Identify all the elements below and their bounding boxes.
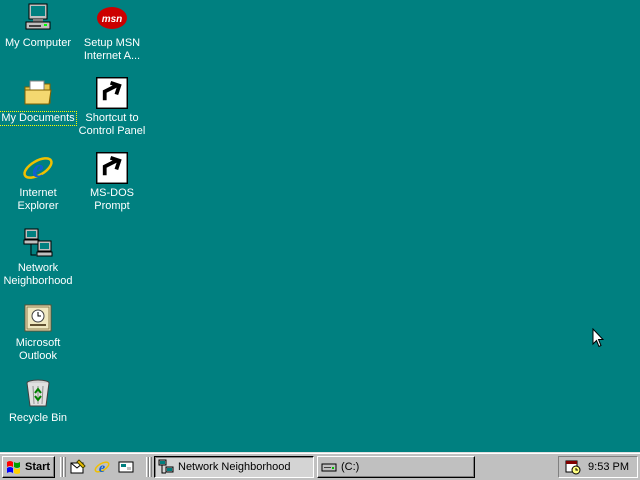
network-icon [22, 227, 54, 259]
drive-icon [321, 463, 337, 472]
shortcut-arrow-icon [96, 152, 128, 184]
desktop-icon-microsoft-outlook[interactable]: Microsoft Outlook [0, 302, 76, 363]
svg-text:e: e [32, 154, 44, 183]
desktop-icon-setup-msn[interactable]: msn Setup MSN Internet A... [74, 2, 150, 63]
outlook-icon [22, 302, 54, 334]
show-desktop-icon [118, 461, 134, 473]
desktop-icon-label: Network [17, 262, 59, 274]
desktop-icon-label: Internet [19, 187, 57, 199]
task-label: Network Neighborhood [178, 461, 291, 473]
desktop-icon-label: Explorer [17, 200, 59, 212]
desktop-icon-msdos-prompt[interactable]: MS S MS-DOS Prompt [74, 152, 150, 213]
desktop-icon-network-neighborhood[interactable]: Network Neighborhood [0, 227, 76, 288]
clock[interactable]: 9:53 PM [588, 461, 629, 473]
desktop-icon-my-computer[interactable]: My Computer [0, 2, 76, 50]
toolbar-grip[interactable] [63, 457, 66, 477]
desktop-icon-label: Outlook [19, 350, 57, 362]
network-icon [158, 459, 174, 474]
toolbar-grip[interactable] [149, 457, 152, 477]
desktop-icon-label: My Computer [4, 37, 72, 49]
desktop-icon-label: Microsoft [15, 337, 61, 349]
desktop-icon-label: Shortcut to [85, 112, 139, 124]
desktop[interactable]: My Computer msn Setup MSN Internet A... … [0, 0, 640, 452]
recycle-bin-icon [22, 377, 54, 409]
msn-icon: msn [96, 2, 128, 34]
desktop-icon-label: Neighborhood [3, 275, 73, 287]
desktop-icon-label: MS-DOS [90, 187, 134, 199]
desktop-icon-label: Internet A... [83, 50, 141, 62]
start-label: Start [25, 461, 51, 473]
taskbar: Start e Network Neighborhood (C:) 9:53 P… [0, 452, 640, 480]
desktop-icon-label: Prompt [94, 200, 130, 212]
svg-text:e: e [99, 461, 105, 475]
computer-icon [22, 2, 54, 34]
desktop-icon-recycle-bin[interactable]: Recycle Bin [0, 377, 76, 425]
quick-launch-show-desktop[interactable] [118, 459, 136, 475]
svg-text:msn: msn [102, 14, 123, 25]
quick-launch-outlook-express[interactable] [70, 459, 88, 475]
desktop-icon-label: My Documents [0, 111, 77, 126]
desktop-icon-label: Setup MSN [83, 37, 141, 49]
ie-icon: e [94, 461, 110, 476]
control-panel-icon [96, 77, 128, 109]
system-tray: 9:53 PM [558, 456, 638, 478]
windows-logo-icon [7, 461, 20, 474]
mouse-cursor-icon [592, 328, 604, 348]
taskbar-button-network-neighborhood[interactable]: Network Neighborhood [154, 456, 314, 478]
task-label: (C:) [341, 461, 360, 473]
scheduler-icon[interactable] [565, 459, 581, 475]
quick-launch-internet-explorer[interactable]: e [94, 459, 112, 476]
start-button[interactable]: Start [2, 456, 55, 478]
ie-icon: e [22, 152, 54, 184]
desktop-icon-my-documents[interactable]: My Documents [0, 77, 77, 126]
desktop-icon-label: Recycle Bin [8, 412, 68, 424]
taskbar-button-drive-c[interactable]: (C:) [317, 456, 475, 478]
desktop-icon-control-panel[interactable]: Shortcut to Control Panel [74, 77, 150, 138]
desktop-icon-internet-explorer[interactable]: e Internet Explorer [0, 152, 76, 213]
folder-icon [22, 77, 54, 109]
shortcut-arrow-icon [96, 77, 128, 109]
desktop-icon-label: Control Panel [78, 125, 146, 137]
msdos-icon: MS S [96, 152, 128, 184]
outlook-express-icon [70, 459, 86, 474]
